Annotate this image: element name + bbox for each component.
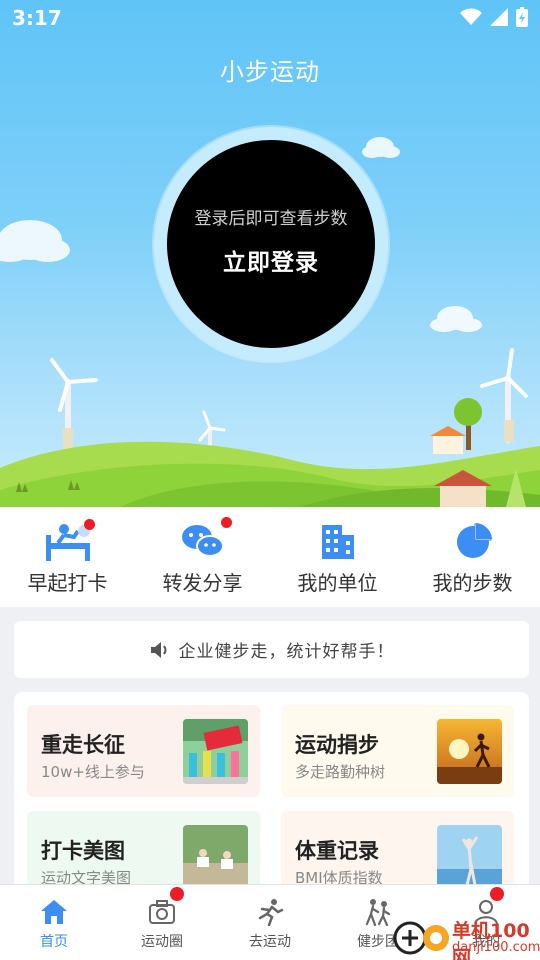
tab-go-exercise[interactable]: 去运动 — [216, 885, 324, 960]
quick-action-share[interactable]: 转发分享 — [135, 507, 270, 607]
speaker-icon — [150, 641, 166, 658]
feature-card-subtitle: 多走路勤种树 — [295, 763, 386, 781]
feature-card-title: 重走长征 — [41, 733, 125, 757]
feature-card-title: 运动捐步 — [295, 733, 379, 757]
quick-action-wake-up[interactable]: 早起打卡 — [0, 507, 135, 607]
tab-label: 去运动 — [249, 934, 291, 950]
pie-chart-icon — [449, 519, 497, 563]
login-action-label: 立即登录 — [223, 249, 319, 276]
login-hint: 登录后即可查看步数 — [194, 208, 348, 229]
feature-card-weight-record[interactable]: 体重记录 BMI体质指数 — [281, 811, 514, 892]
long-march-thumbnail — [183, 719, 248, 784]
quick-action-label: 我的步数 — [432, 571, 513, 595]
watermark-url: danji100.com — [452, 940, 540, 955]
wechat-share-icon — [179, 517, 232, 563]
tab-moments[interactable]: 运动圈 — [108, 885, 216, 960]
notice-text: 企业健步走，统计好帮手！ — [178, 642, 395, 662]
quick-action-label: 早起打卡 — [27, 571, 108, 595]
tab-label: 运动圈 — [141, 934, 183, 950]
quick-badge — [83, 519, 95, 530]
signal-icon — [490, 8, 508, 26]
yoga-thumbnail — [183, 825, 248, 890]
app-title: 小步运动 — [220, 58, 320, 86]
watermark: 单机100网 danji100.com — [392, 912, 540, 960]
building-icon — [314, 519, 362, 563]
wifi-icon — [460, 8, 482, 25]
tab-badge — [490, 887, 504, 901]
quick-action-unit[interactable]: 我的单位 — [270, 507, 405, 607]
battery-icon — [516, 7, 528, 27]
feature-card-donate-steps[interactable]: 运动捐步 多走路勤种树 — [281, 705, 514, 797]
quick-actions: 早起打卡 转发分享 我的单位 我的步数 — [0, 507, 540, 607]
wake-up-checkin-icon — [44, 519, 95, 563]
group-icon — [362, 897, 394, 927]
runner-icon — [254, 897, 286, 927]
notice-banner: 企业健步走，统计好帮手！ — [14, 621, 529, 678]
status-time: 3:17 — [12, 6, 62, 30]
status-bar: 3:17 — [0, 0, 540, 36]
quick-action-label: 转发分享 — [162, 571, 243, 595]
tab-label: 首页 — [40, 934, 68, 950]
quick-action-label: 我的单位 — [297, 571, 378, 595]
beach-thumbnail — [437, 825, 502, 890]
feature-card-title: 打卡美图 — [41, 839, 125, 863]
camera-icon — [146, 887, 184, 927]
home-icon — [38, 897, 70, 927]
feature-card-subtitle: 10w+线上参与 — [41, 763, 145, 781]
tab-home[interactable]: 首页 — [0, 885, 108, 960]
quick-badge — [220, 517, 232, 528]
status-icons — [460, 7, 528, 27]
feature-card-title: 体重记录 — [295, 839, 379, 863]
login-button[interactable]: 登录后即可查看步数 立即登录 — [154, 127, 388, 361]
login-disc[interactable]: 登录后即可查看步数 立即登录 — [167, 140, 375, 348]
feature-card-long-march[interactable]: 重走长征 10w+线上参与 — [27, 705, 260, 797]
hero-banner: 3:17 小步运动 登录后即可查看步数 立即登录 — [0, 0, 540, 507]
quick-action-steps[interactable]: 我的步数 — [405, 507, 540, 607]
sunset-runner-thumbnail — [437, 719, 502, 784]
feature-card-checkin-photo[interactable]: 打卡美图 运动文字美图 — [27, 811, 260, 892]
feature-cards: 重走长征 10w+线上参与 运动捐步 多走路勤种树 打卡美图 运动文字美图 体重… — [14, 692, 529, 892]
watermark-logo-icon — [393, 921, 449, 955]
tab-badge — [170, 887, 184, 901]
